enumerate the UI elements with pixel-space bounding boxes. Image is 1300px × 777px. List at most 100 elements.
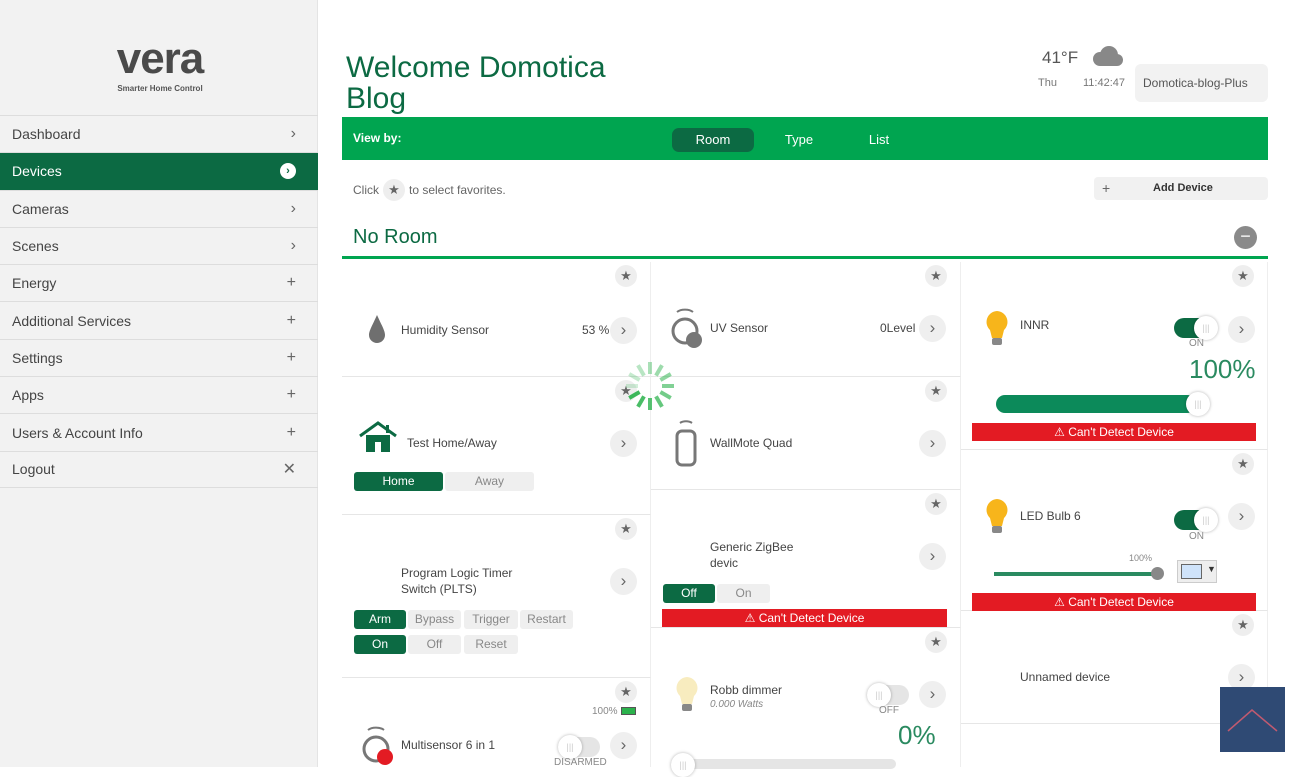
plus-icon: + bbox=[1102, 180, 1111, 196]
tab-room[interactable]: Room bbox=[672, 128, 754, 152]
device-details-button[interactable]: › bbox=[1228, 316, 1255, 343]
sidebar-item-apps[interactable]: Apps + bbox=[0, 376, 318, 413]
spinner-segment bbox=[659, 372, 672, 382]
device-name: INNR bbox=[1020, 318, 1050, 332]
favorite-star-icon[interactable]: ★ bbox=[925, 631, 947, 653]
off-button[interactable]: Off bbox=[408, 635, 461, 654]
favorite-star-icon[interactable]: ★ bbox=[1232, 614, 1254, 636]
toggle-state: DISARMED bbox=[554, 757, 607, 768]
reset-button[interactable]: Reset bbox=[464, 635, 518, 654]
sensor-icon bbox=[671, 308, 702, 348]
add-device-label: Add Device bbox=[1153, 182, 1213, 194]
favorite-star-icon[interactable]: ★ bbox=[925, 380, 947, 402]
plus-icon: + bbox=[286, 423, 296, 441]
device-card-multisensor: ★ 100% Multisensor 6 in 1 ||| DISARMED › bbox=[342, 678, 651, 768]
arm-toggle[interactable]: ||| bbox=[558, 735, 600, 759]
device-name: Robb dimmer bbox=[710, 683, 783, 697]
light-bulb-icon bbox=[676, 677, 698, 711]
sidebar-item-devices[interactable]: Devices › bbox=[0, 152, 318, 190]
toggle-state: ON bbox=[1189, 531, 1204, 542]
account-button[interactable]: Domotica-blog-Plus bbox=[1135, 64, 1268, 102]
plus-icon: + bbox=[286, 311, 296, 329]
device-details-button[interactable]: › bbox=[610, 317, 637, 344]
device-name: Unnamed device bbox=[1020, 670, 1111, 684]
sidebar-item-additional-services[interactable]: Additional Services + bbox=[0, 301, 318, 338]
device-name: Humidity Sensor bbox=[401, 323, 490, 337]
battery-icon bbox=[621, 707, 636, 715]
favorite-star-icon[interactable]: ★ bbox=[925, 493, 947, 515]
favorite-star-icon[interactable]: ★ bbox=[925, 265, 947, 287]
favorite-star-icon[interactable]: ★ bbox=[1232, 265, 1254, 287]
on-button[interactable]: On bbox=[354, 635, 406, 654]
on-button[interactable]: On bbox=[717, 584, 770, 603]
favorites-hint: Click ★ to select favorites. bbox=[353, 179, 506, 201]
dimmer-slider[interactable]: ||| bbox=[996, 392, 1210, 416]
chevron-right-icon: › bbox=[290, 237, 296, 255]
device-details-button[interactable]: › bbox=[919, 681, 946, 708]
house-icon bbox=[359, 421, 397, 452]
device-details-button[interactable]: › bbox=[919, 543, 946, 570]
tab-list[interactable]: List bbox=[838, 128, 920, 152]
sidebar-item-dashboard[interactable]: Dashboard › bbox=[0, 115, 318, 152]
bypass-button[interactable]: Bypass bbox=[408, 610, 461, 629]
device-card-led-bulb: ★ LED Bulb 6 ||| ON › 100% ▼ ⚠ Can't Det… bbox=[961, 450, 1268, 611]
off-button[interactable]: Off bbox=[663, 584, 715, 603]
home-button[interactable]: Home bbox=[354, 472, 443, 491]
dimmer-level: 0% bbox=[898, 720, 936, 750]
device-name: Test Home/Away bbox=[407, 436, 497, 450]
collapse-room-button[interactable]: − bbox=[1234, 226, 1257, 249]
favorite-star-icon[interactable]: ★ bbox=[1232, 453, 1254, 475]
dimmer-slider[interactable] bbox=[994, 567, 1164, 580]
restart-button[interactable]: Restart bbox=[520, 610, 573, 629]
sidebar-item-label: Dashboard bbox=[12, 126, 81, 143]
sidebar-item-label: Scenes bbox=[12, 238, 59, 255]
sidebar-item-settings[interactable]: Settings + bbox=[0, 338, 318, 376]
sidebar-item-label: Additional Services bbox=[12, 312, 132, 329]
sidebar-item-energy[interactable]: Energy + bbox=[0, 264, 318, 301]
sidebar-item-users-account-info[interactable]: Users & Account Info + bbox=[0, 413, 318, 450]
sidebar-item-label: Energy bbox=[12, 275, 57, 292]
sidebar-item-scenes[interactable]: Scenes › bbox=[0, 226, 318, 264]
device-details-button[interactable]: › bbox=[610, 568, 637, 595]
power-toggle[interactable]: ||| bbox=[867, 683, 909, 707]
scroll-to-top-button[interactable] bbox=[1220, 687, 1285, 752]
device-card-plts: ★ Program Logic Timer Switch (PLTS) › Ar… bbox=[342, 515, 651, 678]
power-toggle[interactable]: ||| bbox=[1174, 316, 1218, 340]
plus-icon: + bbox=[286, 348, 296, 366]
chevron-right-icon: › bbox=[280, 163, 296, 180]
spinner-segment bbox=[628, 390, 641, 400]
battery-level: 100% bbox=[592, 706, 618, 717]
trigger-button[interactable]: Trigger bbox=[464, 610, 518, 629]
color-picker[interactable]: ▼ bbox=[1177, 560, 1217, 583]
device-details-button[interactable]: › bbox=[610, 732, 637, 759]
plus-icon: + bbox=[286, 274, 296, 292]
sidebar-nav: Dashboard › Devices › Cameras › Scenes › Energy +… bbox=[0, 115, 318, 488]
device-details-button[interactable]: › bbox=[610, 430, 637, 457]
view-by-label: View by: bbox=[353, 131, 402, 145]
favorite-star-icon[interactable]: ★ bbox=[615, 518, 637, 540]
add-device-button[interactable]: + Add Device bbox=[1094, 177, 1268, 200]
favorite-star-icon[interactable]: ★ bbox=[615, 265, 637, 287]
device-details-button[interactable]: › bbox=[919, 430, 946, 457]
spinner-segment bbox=[654, 364, 664, 377]
dimmer-slider[interactable]: ||| bbox=[671, 753, 896, 777]
arm-button[interactable]: Arm bbox=[354, 610, 406, 629]
weekday: Thu bbox=[1038, 77, 1057, 89]
dimmer-level: 100% bbox=[1129, 553, 1153, 563]
sidebar-item-logout[interactable]: Logout ✕ bbox=[0, 450, 318, 488]
device-details-button[interactable]: › bbox=[1228, 503, 1255, 530]
loading-spinner-icon bbox=[626, 362, 674, 410]
sidebar-item-cameras[interactable]: Cameras › bbox=[0, 189, 318, 227]
device-details-button[interactable]: › bbox=[919, 315, 946, 342]
device-value: 0Level bbox=[880, 321, 916, 335]
power-toggle[interactable]: ||| bbox=[1174, 508, 1218, 532]
tab-type[interactable]: Type bbox=[758, 128, 840, 152]
device-card-wallmote: ★ WallMote Quad › bbox=[651, 377, 961, 490]
plus-icon: + bbox=[286, 386, 296, 404]
close-icon: ✕ bbox=[282, 461, 296, 479]
away-button[interactable]: Away bbox=[445, 472, 534, 491]
vera-logo: vera Smarter Home Control bbox=[100, 34, 220, 96]
favorite-star-icon[interactable]: ★ bbox=[615, 681, 637, 703]
warning-text: Can't Detect Device bbox=[1068, 595, 1174, 609]
warning-text: Can't Detect Device bbox=[1068, 425, 1174, 439]
